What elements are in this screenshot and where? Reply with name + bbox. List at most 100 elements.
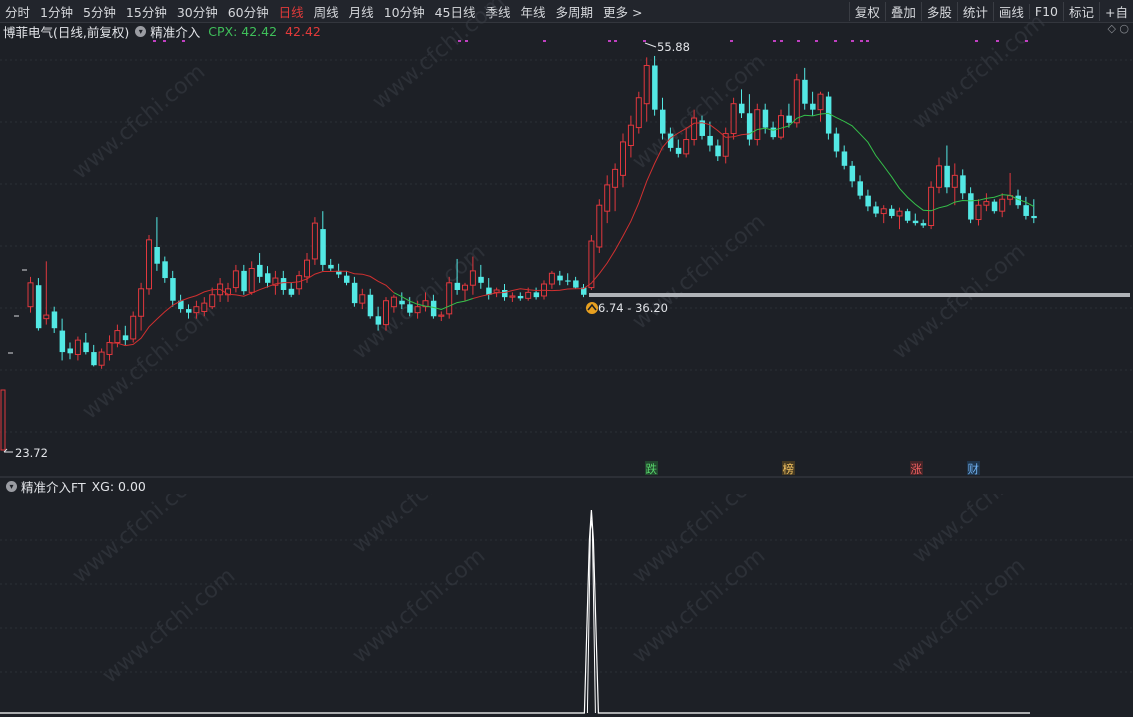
candle-body-up xyxy=(604,184,611,212)
candle-body-down xyxy=(849,165,856,182)
candle-body-down xyxy=(904,211,911,221)
candle-body-up xyxy=(778,115,784,138)
candle-body-up xyxy=(983,201,990,206)
candle-body-down xyxy=(407,304,413,313)
signal-dot-marker xyxy=(153,40,156,42)
candle-body-up xyxy=(248,267,255,293)
candle-body-down xyxy=(920,223,927,226)
candle-body-up xyxy=(359,294,366,304)
candle-body-up xyxy=(446,282,453,315)
candle-body-down xyxy=(857,181,863,196)
watermark-text: www.cfchi.com xyxy=(368,0,510,115)
candle-body-down xyxy=(810,103,816,110)
signal-dot-marker xyxy=(614,40,617,42)
candle-body-down xyxy=(968,193,974,220)
watermark-text: www.cfchi.com xyxy=(888,553,1030,678)
candle-body-up xyxy=(951,174,958,188)
main-chart[interactable]: www.cfchi.com www.cfchi.com www.cfchi.com w… xyxy=(0,0,1133,478)
candle-body-down xyxy=(320,229,326,265)
high-pointer-arrow xyxy=(644,42,657,48)
candle-body-down xyxy=(1023,205,1029,216)
signal-dot-marker xyxy=(773,40,776,42)
watermark-text: www.cfchi.com xyxy=(908,9,1050,134)
sub-indicator-name[interactable]: 精准介入FT xyxy=(21,477,86,496)
candle-body-down xyxy=(241,270,247,292)
candle-body-down xyxy=(707,135,713,146)
candle-body-down xyxy=(944,165,950,188)
candle-body-down xyxy=(265,273,271,283)
signal-dot-marker xyxy=(834,40,837,42)
candle-body-up xyxy=(754,109,761,141)
candle-body-up xyxy=(383,300,389,326)
signal-dot-marker xyxy=(851,40,854,42)
xg-value: XG: 0.00 xyxy=(91,478,146,494)
candle-body-down xyxy=(59,330,66,353)
signal-dot-marker xyxy=(543,40,546,42)
candle-body-up xyxy=(414,306,421,314)
candle-body-up xyxy=(635,97,642,129)
signal-dot-marker xyxy=(975,40,978,42)
candle-body-down xyxy=(1031,215,1037,219)
signal-dot-marker xyxy=(866,40,869,42)
candle-body-up xyxy=(643,64,650,105)
high-price-label: 55.88 xyxy=(657,40,690,54)
candle-body-down xyxy=(122,335,129,341)
candle-body-up xyxy=(683,139,690,155)
candle-body-down xyxy=(652,65,658,110)
candle-body-down xyxy=(257,264,263,277)
low-price-label: 23.72 xyxy=(15,446,48,460)
candle-body-down xyxy=(557,275,563,281)
signal-dot-marker xyxy=(465,40,468,42)
candle-body-down xyxy=(960,175,966,194)
candle-body-up xyxy=(106,342,113,355)
signal-dot-marker xyxy=(797,40,800,42)
candle-body-down xyxy=(912,220,919,224)
candle-body-up xyxy=(975,204,982,221)
candle-body-down xyxy=(367,294,374,317)
signal-dot-marker xyxy=(182,40,185,42)
candle-body-down xyxy=(170,278,176,301)
candle-body-up xyxy=(438,314,445,317)
signal-dot-marker xyxy=(996,40,999,42)
candle-body-down xyxy=(573,280,579,288)
candle-body-up xyxy=(0,389,6,451)
candle-body-up xyxy=(27,282,34,308)
candle-body-down xyxy=(375,316,382,325)
candle-body-down xyxy=(786,115,792,123)
event-tag-label: 涨 xyxy=(911,462,923,476)
sub-chart[interactable]: www.cfchi.com www.cfchi.com www.cfchi.com w… xyxy=(0,494,1133,717)
candle-body-down xyxy=(833,133,840,152)
candle-body-up xyxy=(114,330,121,344)
candle-body-up xyxy=(896,210,903,217)
signal-dot-marker xyxy=(1025,40,1028,42)
candle-body-down xyxy=(67,348,73,354)
signal-dot-marker xyxy=(730,40,733,42)
candle-body-up xyxy=(43,314,50,320)
candle-body-up xyxy=(304,259,310,278)
sub-indicator-toggle-icon[interactable]: ▾ xyxy=(6,480,17,492)
candle-body-down xyxy=(802,79,808,104)
candle-body-up xyxy=(311,222,318,260)
candle-body-down xyxy=(280,278,287,290)
candle-body-up xyxy=(928,186,935,227)
candle-body-up xyxy=(627,124,634,146)
candle-body-up xyxy=(999,198,1006,212)
candle-body-down xyxy=(715,145,721,157)
watermark-text: www.cfchi.com xyxy=(98,563,240,688)
candle-body-up xyxy=(201,302,208,312)
candle-body-up xyxy=(793,79,800,124)
candle-body-up xyxy=(98,351,105,366)
candle-body-down xyxy=(162,261,168,279)
candle-body-down xyxy=(430,300,437,317)
candle-body-up xyxy=(691,117,698,141)
candle-body-up xyxy=(462,284,468,291)
event-tag-label: 财 xyxy=(968,462,980,476)
signal-dot-marker xyxy=(815,40,818,42)
event-tag-label: 跌 xyxy=(646,462,658,476)
candle-body-down xyxy=(565,280,571,282)
candle-body-up xyxy=(730,103,737,135)
watermark-text: www.cfchi.com xyxy=(888,239,1030,364)
candle-body-down xyxy=(399,300,405,305)
candle-body-up xyxy=(209,294,216,308)
candle-body-down xyxy=(344,275,350,283)
